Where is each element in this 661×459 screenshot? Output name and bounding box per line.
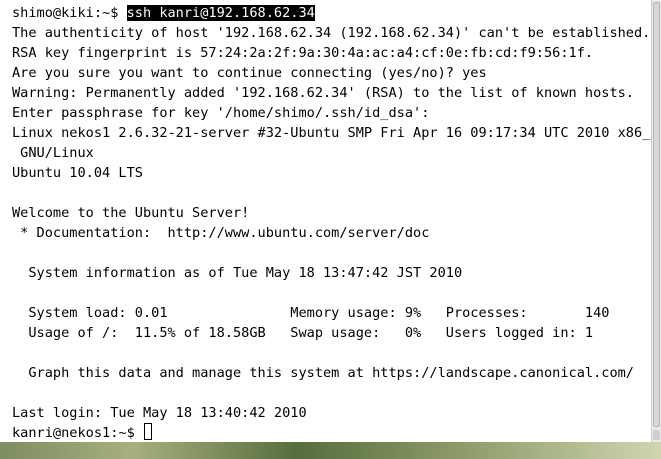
- terminal-line: Are you sure you want to continue connec…: [12, 65, 487, 81]
- terminal-line: System information as of Tue May 18 13:4…: [12, 265, 463, 281]
- terminal-line: The authenticity of host '192.168.62.34 …: [12, 25, 651, 41]
- desktop-background: [0, 442, 661, 459]
- scrollbar-end-button[interactable]: [653, 430, 660, 440]
- terminal-line: Warning: Permanently added '192.168.62.3…: [12, 85, 634, 101]
- terminal-line: GNU/Linux: [12, 145, 94, 161]
- terminal-line: shimo@kiki:~$ ssh kanri@192.168.62.34: [12, 3, 651, 23]
- terminal-line: Ubuntu 10.04 LTS: [12, 165, 143, 181]
- terminal-line: * Documentation: http://www.ubuntu.com/s…: [12, 225, 430, 241]
- terminal-line: Welcome to the Ubuntu Server!: [12, 205, 250, 221]
- scrollbar-thumb[interactable]: [653, 2, 660, 427]
- terminal-line: Enter passphrase for key '/home/shimo/.s…: [12, 105, 430, 121]
- remote-prompt: kanri@nekos1:~$: [12, 425, 143, 441]
- terminal-line: Linux nekos1 2.6.32-21-server #32-Ubuntu…: [12, 125, 651, 141]
- vertical-scrollbar[interactable]: [651, 0, 661, 442]
- terminal-output: shimo@kiki:~$ ssh kanri@192.168.62.34 Th…: [12, 3, 651, 442]
- terminal-line: System load: 0.01 Memory usage: 9% Proce…: [12, 305, 610, 321]
- terminal-line[interactable]: kanri@nekos1:~$: [12, 423, 651, 442]
- selected-command[interactable]: ssh kanri@192.168.62.34: [126, 5, 315, 21]
- terminal-line: RSA key fingerprint is 57:24:2a:2f:9a:30…: [12, 45, 594, 61]
- terminal-window[interactable]: shimo@kiki:~$ ssh kanri@192.168.62.34 Th…: [0, 0, 651, 442]
- terminal-line: Graph this data and manage this system a…: [12, 365, 634, 381]
- terminal-line: Usage of /: 11.5% of 18.58GB Swap usage:…: [12, 325, 594, 341]
- terminal-line: Last login: Tue May 18 13:40:42 2010: [12, 405, 307, 421]
- local-prompt: shimo@kiki:~$: [12, 5, 127, 21]
- text-cursor: [143, 423, 152, 440]
